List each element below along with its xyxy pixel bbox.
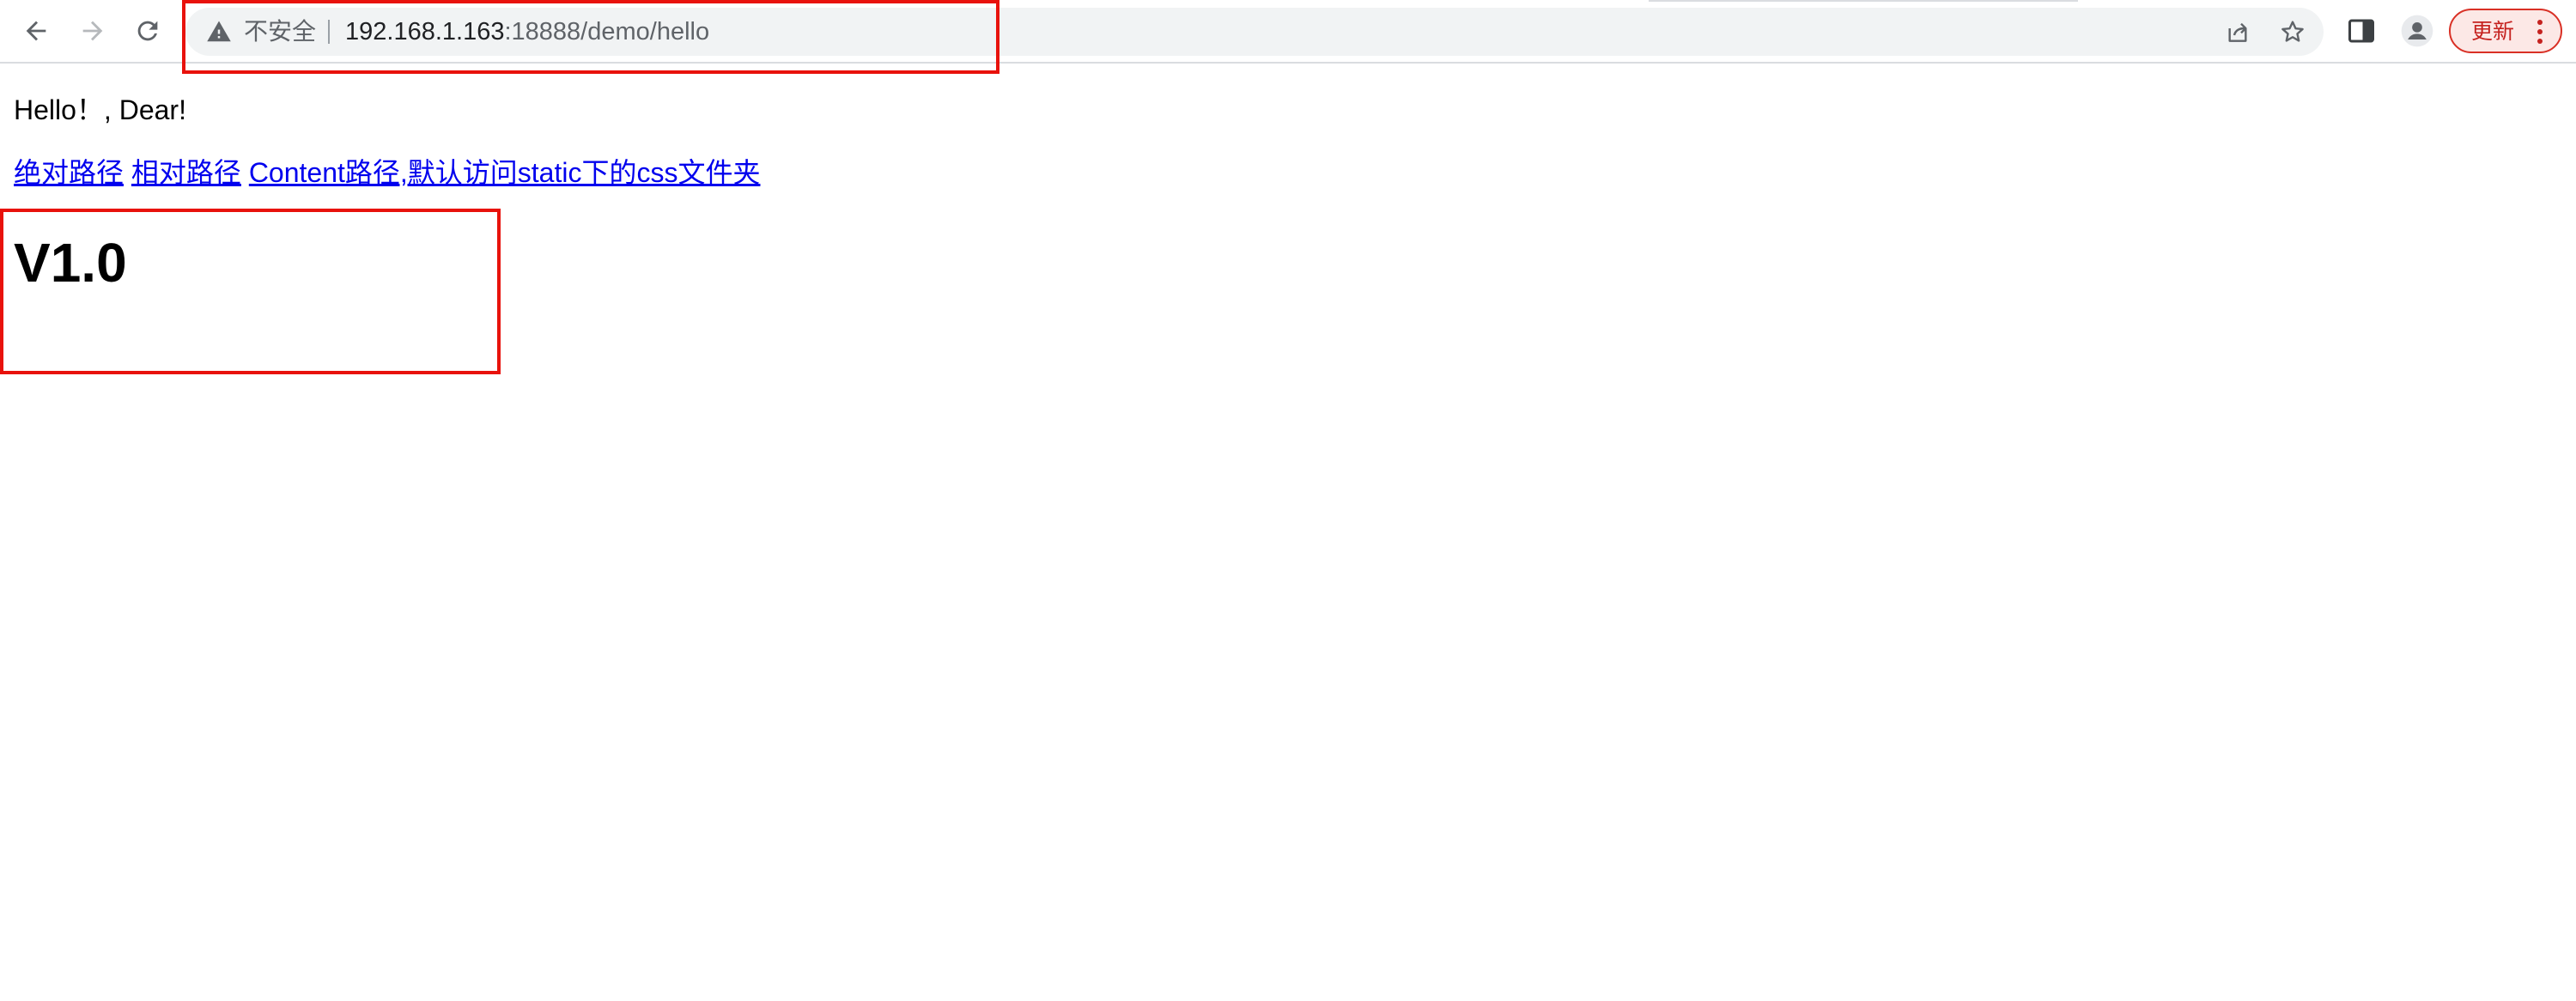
greeting-text: Hello！, Dear! xyxy=(14,94,186,125)
profile-icon[interactable] xyxy=(2400,14,2434,48)
browser-toolbar: 不安全 192.168.1.163:18888/demo/hello 更新 xyxy=(0,0,2576,64)
forward-button[interactable] xyxy=(70,9,115,53)
absolute-path-link[interactable]: 绝对路径 xyxy=(14,157,124,188)
relative-path-link[interactable]: 相对路径 xyxy=(131,157,241,188)
url-path: :18888/demo/hello xyxy=(504,18,710,46)
side-panel-icon[interactable] xyxy=(2346,15,2377,46)
tabstrip-edge xyxy=(1649,0,2078,2)
content-path-link[interactable]: Content路径,默认访问static下的css文件夹 xyxy=(249,157,761,188)
share-icon[interactable] xyxy=(2224,18,2251,46)
url-text[interactable]: 192.168.1.163:18888/demo/hello xyxy=(345,18,709,46)
url-host: 192.168.1.163 xyxy=(345,18,505,46)
kebab-menu-icon xyxy=(2537,20,2543,44)
omnibox-divider xyxy=(328,20,330,44)
star-icon[interactable] xyxy=(2279,18,2306,46)
update-button-label: 更新 xyxy=(2471,20,2515,44)
security-status-label[interactable]: 不安全 xyxy=(244,19,316,45)
reload-button[interactable] xyxy=(125,9,170,53)
arrow-left-icon xyxy=(26,21,46,41)
reload-icon xyxy=(137,21,158,41)
update-button[interactable]: 更新 xyxy=(2449,9,2562,53)
back-button[interactable] xyxy=(14,9,58,53)
address-bar[interactable]: 不安全 192.168.1.163:18888/demo/hello xyxy=(185,8,2324,56)
warning-triangle-icon[interactable] xyxy=(206,19,232,45)
arrow-right-icon xyxy=(82,21,103,41)
version-heading: V1.0 xyxy=(14,232,127,294)
link-row: 绝对路径 相对路径 Content路径,默认访问static下的css文件夹 xyxy=(14,156,760,189)
